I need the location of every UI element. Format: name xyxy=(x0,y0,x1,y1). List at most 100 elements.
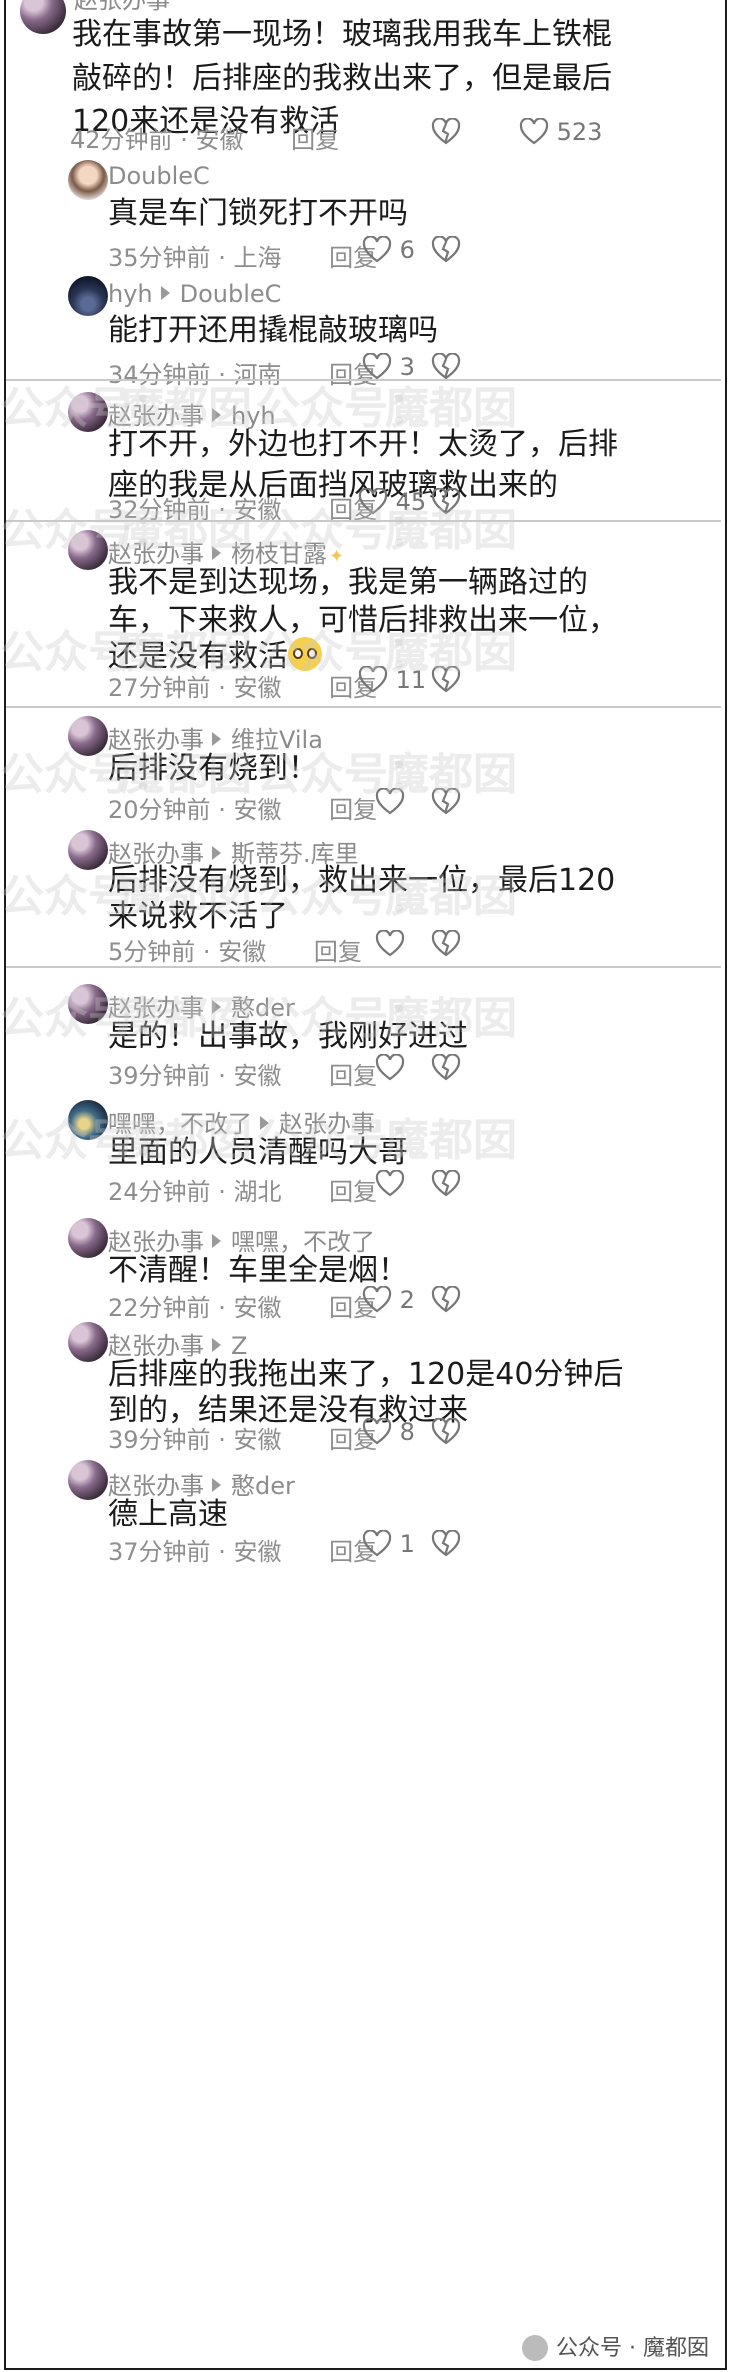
comment-location: 安徽 xyxy=(233,796,282,824)
avatar[interactable] xyxy=(68,1322,108,1362)
avatar[interactable] xyxy=(68,984,108,1024)
divider xyxy=(6,379,721,381)
like-button[interactable]: 523 xyxy=(519,117,603,146)
reply-arrow-icon xyxy=(212,1478,221,1492)
divider xyxy=(6,520,721,522)
like-count: 45 xyxy=(395,488,427,516)
comment-time: 35分钟前 xyxy=(108,244,211,272)
heart-icon xyxy=(375,1053,405,1081)
like-button[interactable] xyxy=(375,929,405,958)
comment-location: 上海 xyxy=(233,244,282,272)
heart-icon xyxy=(358,665,388,693)
reply-to-user[interactable]: DoubleC xyxy=(180,280,282,308)
comment-time: 20分钟前 xyxy=(108,796,211,824)
footer-watermark: 公众号 · 魔都囡 xyxy=(522,2330,709,2362)
meta-separator: · xyxy=(218,244,226,272)
avatar[interactable] xyxy=(68,530,108,570)
comment-location: 安徽 xyxy=(233,1062,282,1090)
avatar[interactable] xyxy=(68,276,108,316)
wechat-icon xyxy=(522,2335,549,2361)
meta-separator: · xyxy=(218,1062,226,1090)
heart-icon xyxy=(375,1169,405,1197)
meta-separator: · xyxy=(218,1426,226,1454)
comment-meta: 27分钟前 · 安徽 回复 xyxy=(108,668,377,703)
like-button[interactable]: 6 xyxy=(362,235,415,264)
comment-thread: 赵张办事 我在事故第一现场！玻璃我用我车上铁棍 敲碎的！后排座的我救出来了，但是… xyxy=(4,0,727,2370)
avatar[interactable] xyxy=(68,830,108,870)
comment-location: 安徽 xyxy=(233,1294,282,1322)
broken-heart-icon xyxy=(431,352,461,380)
broken-heart-icon xyxy=(431,117,461,145)
reply-button[interactable]: 回复 xyxy=(329,1062,377,1090)
comment-author[interactable]: DoubleC xyxy=(108,162,210,190)
reply-button[interactable]: 回复 xyxy=(291,126,339,154)
comment-location: 安徽 xyxy=(233,1426,282,1454)
comment-time: 22分钟前 xyxy=(108,1294,211,1322)
pleading-face-icon xyxy=(288,637,322,671)
comment-author[interactable]: 赵张办事 xyxy=(74,0,170,15)
like-count: 11 xyxy=(395,666,427,694)
heart-icon xyxy=(362,1285,392,1313)
heart-icon xyxy=(519,117,549,145)
dislike-button[interactable] xyxy=(431,1169,461,1202)
reply-button[interactable]: 回复 xyxy=(329,1178,377,1206)
comment-text-line: 打不开，外边也打不开！太烫了，后排 xyxy=(108,427,618,462)
avatar[interactable] xyxy=(68,1218,108,1258)
comment-meta: 34分钟前 · 河南 回复 xyxy=(108,355,377,390)
dislike-button[interactable] xyxy=(431,665,461,698)
reply-to-user[interactable]: 憨der xyxy=(231,1472,295,1500)
dislike-button[interactable] xyxy=(431,235,461,268)
like-button[interactable]: 45 xyxy=(358,487,427,516)
meta-separator: · xyxy=(218,1178,226,1206)
avatar[interactable] xyxy=(20,0,66,34)
broken-heart-icon xyxy=(431,487,461,515)
reply-arrow-icon xyxy=(212,1338,221,1352)
like-button[interactable]: 1 xyxy=(362,1529,415,1558)
like-button[interactable]: 8 xyxy=(362,1417,415,1446)
broken-heart-icon xyxy=(431,787,461,815)
heart-icon xyxy=(375,929,405,957)
avatar[interactable] xyxy=(68,716,108,756)
broken-heart-icon xyxy=(431,1285,461,1313)
like-button[interactable] xyxy=(375,1053,405,1082)
meta-separator: · xyxy=(218,674,226,702)
like-button[interactable] xyxy=(375,1169,405,1198)
broken-heart-icon xyxy=(431,1417,461,1445)
comment-author-line: hyh DoubleC xyxy=(108,280,281,308)
dislike-button[interactable] xyxy=(431,487,461,520)
comment-time: 24分钟前 xyxy=(108,1178,211,1206)
meta-separator: · xyxy=(218,1294,226,1322)
like-button[interactable]: 3 xyxy=(362,352,415,381)
heart-icon xyxy=(362,1417,392,1445)
dislike-button[interactable] xyxy=(431,1529,461,1562)
dislike-button[interactable] xyxy=(431,1285,461,1318)
avatar[interactable] xyxy=(68,160,108,200)
comment-author[interactable]: hyh xyxy=(108,280,153,308)
comment-location: 湖北 xyxy=(233,1178,282,1206)
heart-icon xyxy=(362,235,392,263)
like-count: 3 xyxy=(399,353,415,381)
avatar[interactable] xyxy=(68,392,108,432)
comment-meta: 22分钟前 · 安徽 回复 xyxy=(108,1288,377,1323)
avatar[interactable] xyxy=(68,1460,108,1500)
like-count: 8 xyxy=(399,1418,415,1446)
reply-arrow-icon xyxy=(212,1000,221,1014)
like-button[interactable]: 2 xyxy=(362,1285,415,1314)
meta-separator: · xyxy=(202,938,211,966)
like-button[interactable]: 11 xyxy=(358,665,427,694)
comment-text-line: 是的！出事故，我刚好进过 xyxy=(108,1019,468,1054)
dislike-button[interactable] xyxy=(431,117,461,150)
dislike-button[interactable] xyxy=(431,1417,461,1450)
dislike-button[interactable] xyxy=(431,1053,461,1086)
dislike-button[interactable] xyxy=(431,787,461,820)
meta-separator: · xyxy=(218,1538,226,1566)
avatar[interactable] xyxy=(68,1100,108,1140)
broken-heart-icon xyxy=(431,929,461,957)
reply-button[interactable]: 回复 xyxy=(314,938,362,966)
dislike-button[interactable] xyxy=(431,929,461,962)
heart-icon xyxy=(375,787,405,815)
comment-time: 42分钟前 xyxy=(70,126,173,154)
like-button[interactable] xyxy=(375,787,405,816)
like-count: 523 xyxy=(556,118,603,146)
reply-button[interactable]: 回复 xyxy=(329,796,377,824)
